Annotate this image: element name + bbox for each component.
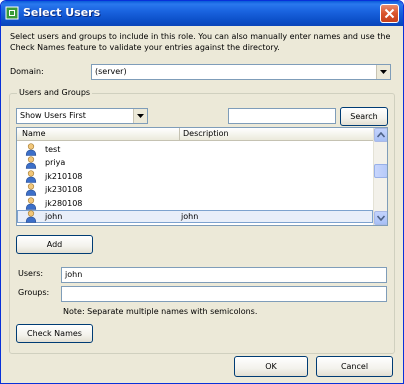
groups-label: Groups: bbox=[18, 288, 50, 297]
user-icon bbox=[25, 210, 37, 223]
scroll-up-button[interactable] bbox=[374, 128, 387, 142]
select-users-dialog: Select Users Select users and groups to … bbox=[0, 0, 404, 384]
close-button[interactable] bbox=[380, 4, 399, 23]
list-item[interactable]: jk210108 bbox=[17, 170, 373, 183]
separator-note: Note: Separate multiple names with semic… bbox=[63, 307, 258, 316]
users-label: Users: bbox=[18, 269, 44, 278]
column-divider[interactable] bbox=[179, 128, 180, 140]
list-item[interactable]: jk280108 bbox=[17, 197, 373, 210]
window-title: Select Users bbox=[23, 6, 101, 19]
column-header-name[interactable]: Name bbox=[22, 129, 46, 138]
filter-select[interactable]: Show Users First bbox=[16, 108, 148, 124]
list-scrollbar[interactable] bbox=[373, 128, 387, 225]
user-description: john bbox=[181, 212, 199, 221]
users-field[interactable]: john bbox=[61, 267, 387, 283]
domain-select[interactable]: (server) bbox=[91, 64, 391, 80]
list-item[interactable]: priya bbox=[17, 156, 373, 169]
list-item-selected[interactable]: john john bbox=[17, 210, 373, 223]
add-button[interactable]: Add bbox=[16, 235, 93, 254]
user-name: priya bbox=[45, 158, 66, 167]
user-name: test bbox=[45, 145, 61, 154]
scroll-up-icon bbox=[377, 132, 385, 138]
intro-text: Select users and groups to include in th… bbox=[10, 32, 391, 52]
title-bar[interactable]: Select Users bbox=[1, 1, 403, 26]
scroll-down-icon bbox=[377, 215, 385, 221]
list-item[interactable]: jk230108 bbox=[17, 183, 373, 196]
dropdown-arrow-icon[interactable] bbox=[376, 65, 390, 79]
user-name: jk230108 bbox=[45, 185, 83, 194]
dropdown-arrow-icon[interactable] bbox=[133, 109, 147, 123]
domain-value: (server) bbox=[95, 67, 127, 76]
search-button[interactable]: Search bbox=[340, 107, 388, 126]
user-name: john bbox=[45, 212, 63, 221]
cancel-button[interactable]: Cancel bbox=[316, 356, 393, 377]
users-list[interactable]: Name Description test priya jk210108 jk2… bbox=[16, 127, 388, 226]
domain-label: Domain: bbox=[10, 67, 44, 76]
user-name: jk210108 bbox=[45, 172, 83, 181]
scroll-thumb[interactable] bbox=[374, 164, 387, 178]
scroll-down-button[interactable] bbox=[374, 211, 387, 225]
check-names-button[interactable]: Check Names bbox=[16, 324, 93, 343]
users-and-groups-legend: Users and Groups bbox=[17, 88, 93, 97]
user-icon bbox=[25, 143, 37, 156]
user-icon bbox=[25, 156, 37, 169]
ok-button[interactable]: OK bbox=[234, 356, 308, 377]
close-icon bbox=[384, 8, 395, 19]
user-icon bbox=[25, 197, 37, 210]
groups-field[interactable] bbox=[61, 286, 387, 302]
list-item[interactable]: test bbox=[17, 143, 373, 156]
list-header: Name Description bbox=[17, 128, 373, 141]
user-icon bbox=[25, 170, 37, 183]
app-icon bbox=[5, 6, 19, 20]
column-header-description[interactable]: Description bbox=[183, 129, 229, 138]
user-name: jk280108 bbox=[45, 199, 83, 208]
user-icon bbox=[25, 183, 37, 196]
search-input[interactable] bbox=[228, 108, 336, 124]
filter-value: Show Users First bbox=[20, 111, 86, 120]
